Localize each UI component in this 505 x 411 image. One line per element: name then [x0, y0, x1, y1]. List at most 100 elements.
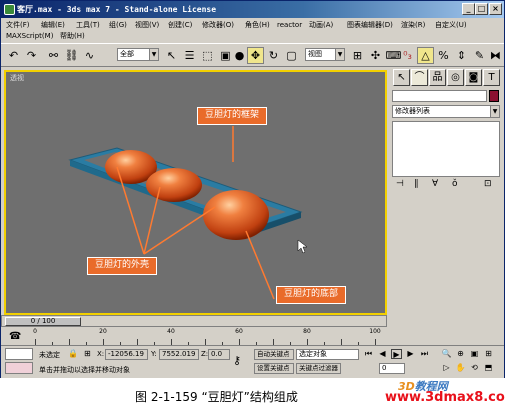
menu-rendering[interactable]: 渲染(R)	[401, 19, 425, 31]
minimize-button[interactable]: _	[462, 3, 475, 15]
remove-modifier-icon[interactable]: ǒ	[452, 179, 458, 189]
chevron-down-icon: ▼	[490, 106, 499, 117]
zoom-icon[interactable]: 🔍	[441, 349, 452, 359]
configure-sets-icon[interactable]: ⊡	[484, 179, 492, 189]
menu-character[interactable]: 角色(H)	[245, 19, 270, 31]
undo-icon[interactable]: ↶	[5, 47, 22, 64]
maxscript-output-field[interactable]	[5, 362, 33, 374]
main-toolbar: ↶ ↷ ⚯ ⛓ ∿ 全部 ▼ ↖ ☰ ⬚ ▣ ● ✥ ↻ ▢ 视图 ▼ ⊞ ✣ …	[1, 43, 504, 67]
prev-frame-icon[interactable]: ◀	[377, 349, 388, 359]
menu-group[interactable]: 组(G)	[109, 19, 127, 31]
zoom-extents-all-icon[interactable]: ⊞	[483, 349, 494, 359]
select-icon[interactable]: ↖	[163, 47, 180, 64]
make-unique-icon[interactable]: ∀	[432, 179, 438, 189]
x-label: X:	[97, 350, 105, 358]
play-icon[interactable]: ▶	[391, 349, 402, 359]
time-slider[interactable]: 0 / 100	[5, 317, 81, 326]
rect-region-icon[interactable]: ⬚	[199, 47, 216, 64]
menu-bar: 文件(F) 编辑(E) 工具(T) 组(G) 视图(V) 创建(C) 修改器(O…	[1, 18, 504, 42]
set-key-button[interactable]: 设置关键点	[254, 363, 294, 374]
menu-help[interactable]: 帮助(H)	[60, 30, 85, 42]
pin-stack-icon[interactable]: ⊣	[396, 179, 404, 189]
mouse-cursor-icon	[297, 239, 308, 254]
menu-reactor[interactable]: reactor	[277, 19, 302, 31]
y-coordinate-field[interactable]: 7552.019	[159, 349, 199, 360]
render-dot-icon[interactable]: ●	[231, 47, 248, 64]
select-by-name-icon[interactable]: ☰	[181, 47, 198, 64]
ruler-label: 60	[235, 328, 243, 335]
lock-icon[interactable]: 🔒	[68, 349, 78, 358]
menu-customize[interactable]: 自定义(U)	[435, 19, 467, 31]
hierarchy-icon[interactable]: 品	[429, 69, 446, 86]
maximize-viewport-icon[interactable]: ⬒	[483, 363, 494, 373]
create-icon[interactable]: ↖	[393, 69, 410, 86]
select-scale-icon[interactable]: ▢	[283, 47, 300, 64]
named-selection-icon[interactable]: ✎	[471, 47, 488, 64]
modify-icon[interactable]: ⌒	[411, 69, 428, 86]
motion-icon[interactable]: ◎	[447, 69, 464, 86]
redo-icon[interactable]: ↷	[23, 47, 40, 64]
title-bar: 客厅.max - 3ds max 7 - Stand-alone License…	[1, 1, 504, 18]
lamp-shells	[105, 150, 269, 240]
perspective-viewport[interactable]: 透视 豆胆灯的框架 豆胆灯的外壳 豆胆灯的底部	[4, 70, 387, 315]
window-title: 客厅.max - 3ds max 7 - Stand-alone License	[17, 5, 217, 14]
chevron-down-icon: ▼	[149, 49, 158, 60]
zoom-extents-icon[interactable]: ▣	[469, 349, 480, 359]
arc-rotate-icon[interactable]: ⟲	[469, 363, 480, 373]
frame-counter: 0 / 100	[30, 317, 56, 325]
pivot-icon[interactable]: ⊞	[349, 47, 366, 64]
link-icon[interactable]: ⚯	[45, 47, 62, 64]
x-coordinate-field[interactable]: -12056.19	[105, 349, 148, 360]
current-frame-field[interactable]: 0	[379, 363, 405, 374]
menu-graph-editors[interactable]: 图表编辑器(D)	[347, 19, 393, 31]
command-panel-tabs: ↖ ⌒ 品 ◎ ◙ T	[392, 69, 500, 87]
menu-view[interactable]: 视图(V)	[135, 19, 159, 31]
ruler-label: 80	[303, 328, 311, 335]
snap-icon[interactable]: ⁰₃	[399, 47, 416, 64]
z-coordinate-field[interactable]: 0.0	[208, 349, 230, 360]
close-button[interactable]: ×	[489, 3, 502, 15]
modifier-list-label: 修改器列表	[395, 107, 430, 115]
go-to-end-icon[interactable]: ⏭	[419, 349, 430, 359]
selection-filter-dropdown[interactable]: 全部 ▼	[117, 48, 159, 61]
modifier-list-dropdown[interactable]: 修改器列表 ▼	[392, 105, 500, 118]
menu-modifiers[interactable]: 修改器(O)	[202, 19, 234, 31]
menu-animation[interactable]: 动画(A)	[309, 19, 333, 31]
absolute-mode-icon[interactable]: ⊞	[84, 349, 91, 358]
object-color-swatch[interactable]	[489, 90, 499, 102]
pan-icon[interactable]: ✋	[455, 363, 466, 373]
select-rotate-icon[interactable]: ↻	[265, 47, 282, 64]
key-filters-button[interactable]: 关键点过滤器	[296, 363, 341, 374]
mini-listener-icon[interactable]: ☎	[9, 331, 21, 342]
angle-snap-icon[interactable]: △	[417, 47, 434, 64]
zoom-all-icon[interactable]: ⊕	[455, 349, 466, 359]
bind-spacewarp-icon[interactable]: ∿	[81, 47, 98, 64]
mirror-icon[interactable]: ⧓	[487, 47, 504, 64]
display-icon[interactable]: ◙	[465, 69, 482, 86]
utilities-icon[interactable]: T	[483, 69, 500, 86]
coord-system-dropdown[interactable]: 视图 ▼	[305, 48, 345, 61]
menu-maxscript[interactable]: MAXScript(M)	[6, 30, 53, 42]
percent-snap-icon[interactable]: %	[435, 47, 452, 64]
modifier-stack[interactable]	[392, 121, 500, 177]
annotation-frame: 豆胆灯的框架	[197, 107, 268, 125]
object-name-field[interactable]	[392, 90, 487, 102]
key-mode-icon[interactable]: ⚷	[233, 354, 241, 367]
auto-key-button[interactable]: 自动关键点	[254, 349, 294, 360]
selected-object-dropdown[interactable]: 选定对象	[296, 349, 359, 360]
stack-toolbar: ⊣ ∥ ∀ ǒ ⊡	[392, 179, 500, 193]
show-end-result-icon[interactable]: ∥	[414, 179, 419, 189]
maximize-button[interactable]: □	[475, 3, 488, 15]
select-manipulate-icon[interactable]: ✣	[367, 47, 384, 64]
select-move-icon[interactable]: ✥	[247, 47, 264, 64]
maxscript-listener-field[interactable]	[5, 348, 33, 360]
go-to-start-icon[interactable]: ⏮	[363, 349, 374, 359]
fov-icon[interactable]: ▷	[441, 363, 452, 373]
command-panel: ↖ ⌒ 品 ◎ ◙ T 修改器列表 ▼ ⊣ ∥ ∀ ǒ ⊡	[390, 67, 502, 319]
ruler-label: 40	[167, 328, 175, 335]
next-frame-icon[interactable]: ▶	[405, 349, 416, 359]
menu-create[interactable]: 创建(C)	[168, 19, 192, 31]
spinner-snap-icon[interactable]: ⇕	[453, 47, 470, 64]
track-bar[interactable]: 0 20 40 60 80 100	[31, 328, 387, 345]
unlink-icon[interactable]: ⛓	[63, 47, 80, 64]
